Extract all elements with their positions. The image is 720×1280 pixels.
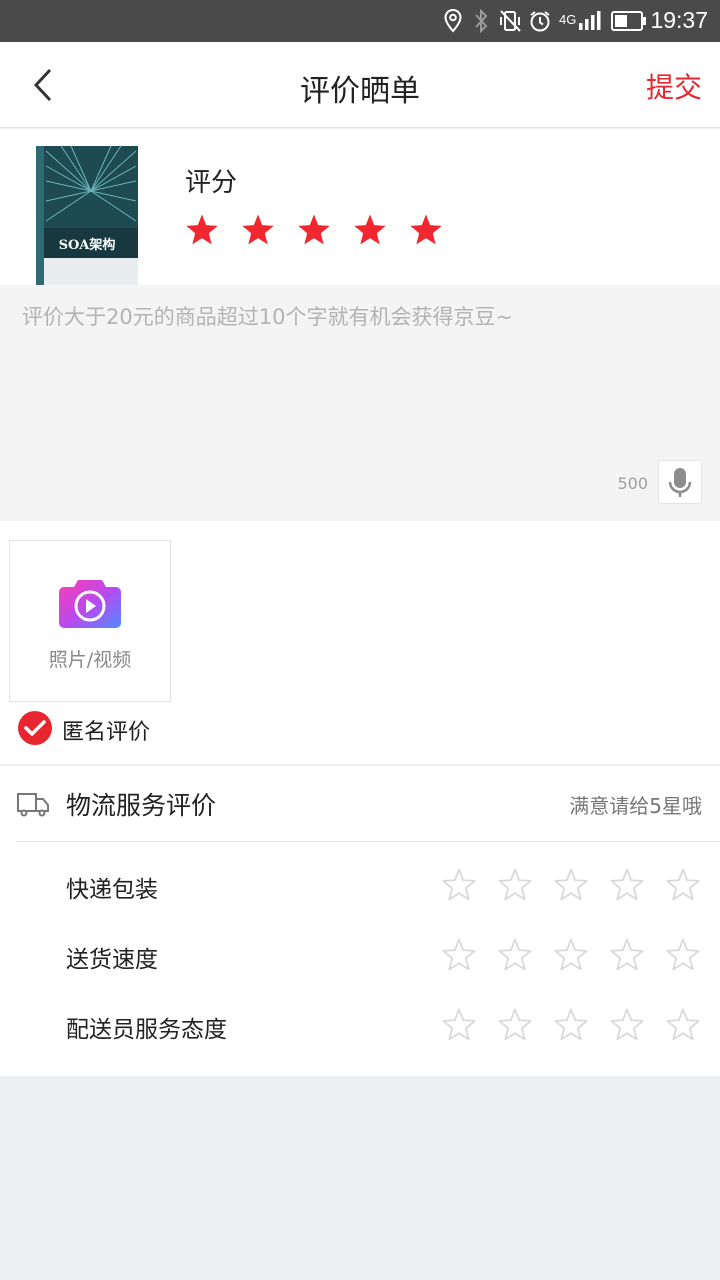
rating-star[interactable] (353, 213, 387, 247)
bluetooth-icon (475, 9, 488, 33)
logistics-star[interactable] (498, 938, 532, 972)
review-placeholder: 评价大于20元的商品超过10个字就有机会获得京豆~ (22, 305, 514, 329)
logistics-title: 物流服务评价 (66, 791, 217, 820)
rating-star[interactable] (297, 213, 331, 247)
logistics-star[interactable] (498, 1008, 532, 1042)
logistics-star[interactable] (554, 868, 588, 902)
photo-video-label: 照片/视频 (48, 649, 132, 671)
logistics-star[interactable] (554, 938, 588, 972)
product-image: SOA架构 (36, 146, 138, 285)
book-cover-art (36, 146, 138, 285)
rating-star[interactable] (185, 213, 219, 247)
logistics-star[interactable] (610, 938, 644, 972)
anonymous-label: 匿名评价 (62, 720, 151, 745)
logistics-star[interactable] (666, 938, 700, 972)
logistics-row-label: 配送员服务态度 (66, 1017, 227, 1043)
anonymous-checkbox[interactable] (17, 710, 53, 746)
char-limit: 500 (617, 474, 648, 493)
product-rating-section: SOA架构 评分 (0, 129, 720, 285)
rating-star[interactable] (241, 213, 275, 247)
truck-icon (17, 793, 49, 817)
alarm-icon (530, 11, 550, 32)
logistics-star[interactable] (442, 868, 476, 902)
microphone-icon (668, 468, 692, 497)
logistics-hint: 满意请给5星哦 (569, 794, 702, 818)
book-title: SOA架构 (58, 238, 116, 253)
battery-icon (611, 11, 646, 31)
logistics-row-label: 快递包装 (66, 877, 158, 903)
review-textarea[interactable]: 评价大于20元的商品超过10个字就有机会获得京豆~ 500 (0, 285, 720, 521)
location-icon (444, 9, 462, 33)
rating-label: 评分 (185, 168, 238, 198)
signal-icon (579, 11, 601, 30)
rating-star[interactable] (409, 213, 443, 247)
camera-icon (59, 580, 121, 628)
nav-bar: 评价晒单 提交 (0, 42, 720, 128)
logistics-star[interactable] (610, 868, 644, 902)
logistics-star[interactable] (442, 1008, 476, 1042)
logistics-star[interactable] (498, 868, 532, 902)
logistics-star[interactable] (666, 868, 700, 902)
logistics-star[interactable] (442, 938, 476, 972)
page-title: 评价晒单 (300, 74, 420, 109)
clock: 19:37 (650, 7, 708, 33)
logistics-star[interactable] (610, 1008, 644, 1042)
voice-input-button[interactable] (658, 460, 702, 504)
add-photo-video-button[interactable]: 照片/视频 (9, 540, 171, 702)
page-background (0, 1076, 720, 1280)
logistics-row: 配送员服务态度 (0, 1000, 720, 1060)
logistics-star[interactable] (666, 1008, 700, 1042)
logistics-row: 快递包装 (0, 860, 720, 920)
logistics-star[interactable] (554, 1008, 588, 1042)
logistics-row-label: 送货速度 (66, 947, 158, 973)
logistics-rating-section: 物流服务评价 满意请给5星哦 快递包装送货速度配送员服务态度 (0, 766, 720, 1076)
media-section: 照片/视频 匿名评价 (0, 521, 720, 764)
logistics-row: 送货速度 (0, 930, 720, 990)
divider (16, 841, 720, 842)
vibrate-icon (500, 10, 521, 32)
submit-button[interactable]: 提交 (646, 66, 702, 106)
status-bar: 4G 19:37 (0, 0, 720, 42)
network-type: 4G (559, 12, 577, 27)
